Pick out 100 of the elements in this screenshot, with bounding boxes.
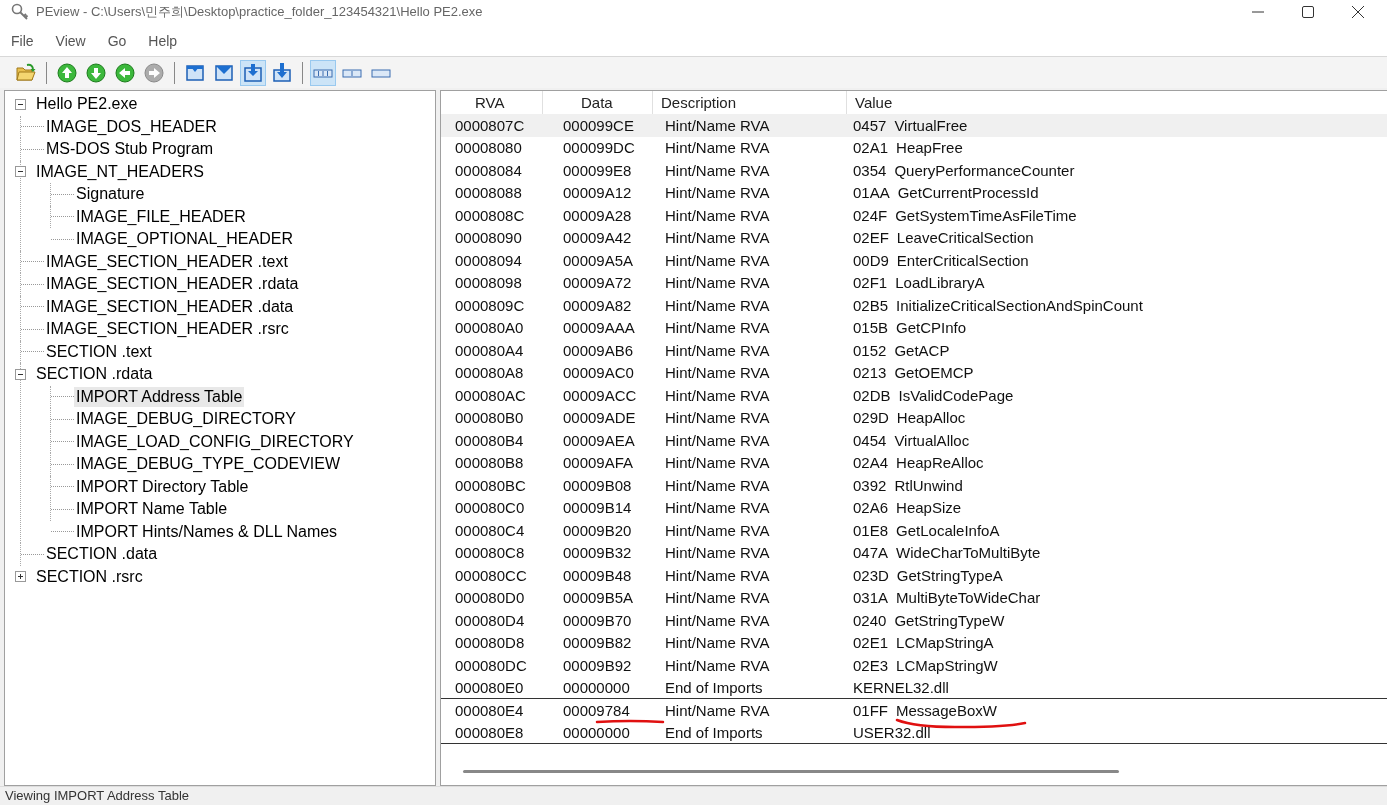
hint-value: 02DB [853, 386, 891, 404]
table-cell-text: 000080B8 [454, 454, 525, 472]
table-cell-text: 00009B08 [562, 476, 633, 494]
table-cell-text: Hint/Name RVA [664, 611, 771, 629]
import-name: MessageBoxW [896, 701, 997, 719]
table-cell-text: 000080E4 [454, 701, 525, 719]
scrollbar-thumb[interactable] [463, 769, 1119, 773]
menu-item[interactable]: Help [148, 33, 178, 49]
table-cell-text: 00009B32 [562, 544, 633, 562]
table-cell-text: 00009B70 [562, 611, 633, 629]
tree-item[interactable]: IMAGE_SECTION_HEADER .rsrc [44, 319, 291, 340]
tree-item[interactable]: IMAGE_DEBUG_TYPE_CODEVIEW [74, 454, 343, 475]
import-name: GetCurrentProcessId [897, 184, 1039, 202]
table-cell-text: 00009A28 [562, 206, 633, 224]
hint-value: 02A4 [853, 454, 889, 472]
table-cell-text: 000080BC [454, 476, 527, 494]
table-cell-text: 000080AC [454, 386, 527, 404]
tree-item[interactable]: IMPORT Directory Table [74, 476, 251, 497]
hint-value: 01FF [853, 701, 888, 719]
table-cell-text: 000080CC [454, 566, 528, 584]
table-cell-text: 0000807C [454, 116, 526, 134]
import-name: HeapAlloc [896, 409, 966, 427]
table-cell-text: 00009B48 [562, 566, 633, 584]
table-cell-text: Hint/Name RVA [664, 544, 771, 562]
table-cell-text: 00009AB6 [562, 341, 635, 359]
table-cell-text: 000080C0 [454, 499, 526, 517]
close-icon[interactable] [1351, 5, 1365, 19]
tree-item[interactable]: SECTION .data [44, 544, 160, 565]
collapse-icon[interactable] [15, 368, 26, 380]
table-cell-text: End of Imports [664, 678, 764, 696]
table-cell-text: 00008084 [454, 161, 523, 179]
tree-item[interactable]: MS-DOS Stub Program [44, 139, 216, 160]
expand-icon[interactable] [15, 571, 26, 583]
table-cell-text: 00009AFA [562, 454, 635, 472]
table-cell: 00009784 [543, 701, 653, 719]
table-cell-text: Hint/Name RVA [664, 521, 771, 539]
menu-item[interactable]: Go [107, 33, 127, 49]
hint-value: 023D [853, 566, 889, 584]
table-cell-text: Hint/Name RVA [664, 341, 771, 359]
tree-item[interactable]: SECTION .rdata [34, 364, 155, 385]
tree-item[interactable]: IMAGE_DEBUG_DIRECTORY [74, 409, 298, 430]
window-title: PEview - C:\Users\민주희\Desktop\practice_folder_123454321\Hello PE2.exe [36, 3, 483, 21]
import-name: MultiByteToWideChar [896, 589, 1041, 607]
table-cell-text: Hint/Name RVA [664, 229, 771, 247]
table-cell-text: 000099CE [562, 116, 635, 134]
table-cell-text: 00009B92 [562, 656, 633, 674]
table-cell-text: Hint/Name RVA [664, 206, 771, 224]
menu-item[interactable]: View [55, 33, 86, 49]
tree-item[interactable]: IMPORT Name Table [74, 499, 230, 520]
import-name: IsValidCodePage [898, 386, 1014, 404]
tree-item[interactable]: IMAGE_OPTIONAL_HEADER [74, 229, 295, 250]
tree-item[interactable]: IMAGE_LOAD_CONFIG_DIRECTORY [74, 431, 356, 452]
table-cell-text: Hint/Name RVA [664, 116, 771, 134]
menu-item[interactable]: File [11, 33, 34, 49]
column-header[interactable]: Value [847, 91, 1387, 114]
hint-value: 031A [853, 589, 889, 607]
table-cell-text: 00009AEA [562, 431, 636, 449]
table-cell-text: Hint/Name RVA [664, 701, 771, 719]
import-name: EnterCriticalSection [896, 251, 1029, 269]
tree-item[interactable]: IMAGE_SECTION_HEADER .data [44, 296, 296, 317]
hint-value: 02A1 [853, 139, 889, 157]
table-cell-text: Hint/Name RVA [664, 319, 771, 337]
tree-item[interactable]: Signature [74, 184, 147, 205]
table-cell-text: 000080E0 [454, 678, 525, 696]
tree-item[interactable]: IMPORT Address Table [74, 386, 245, 407]
hint-value: 0354 [853, 161, 887, 179]
collapse-icon[interactable] [15, 166, 26, 178]
hint-value: 01E8 [853, 521, 889, 539]
hint-value: 0392 [853, 476, 887, 494]
import-name: HeapFree [896, 139, 963, 157]
import-name: LCMapStringA [896, 634, 994, 652]
table-cell-text: 000080C4 [454, 521, 526, 539]
hint-value: 047A [853, 544, 889, 562]
import-name: GetCPInfo [896, 319, 967, 337]
collapse-icon[interactable] [15, 98, 26, 110]
maximize-icon[interactable] [1301, 5, 1315, 19]
table-cell-text: 000080A0 [454, 319, 525, 337]
import-name: LeaveCriticalSection [896, 229, 1034, 247]
tree-item[interactable]: Hello PE2.exe [34, 94, 140, 115]
table-cell-text: 000080A4 [454, 341, 525, 359]
tree-item[interactable]: IMAGE_FILE_HEADER [74, 206, 248, 227]
table-cell-text: Hint/Name RVA [664, 409, 771, 427]
table-cell-text: 0000808C [454, 206, 526, 224]
table-cell-text: Hint/Name RVA [664, 364, 771, 382]
table-cell-text: Hint/Name RVA [664, 431, 771, 449]
table-cell-text: 000080DC [454, 656, 528, 674]
table-cell-text: 00009A72 [562, 274, 633, 292]
tree-item[interactable]: SECTION .text [44, 341, 154, 362]
tree-item[interactable]: IMAGE_SECTION_HEADER .rdata [44, 274, 301, 295]
tree-item[interactable]: IMAGE_DOS_HEADER [44, 116, 219, 137]
hint-value: 01AA [853, 184, 890, 202]
tree-item[interactable]: IMAGE_SECTION_HEADER .text [44, 251, 290, 272]
tree-item[interactable]: SECTION .rsrc [34, 566, 145, 587]
tree-item[interactable]: IMAGE_NT_HEADERS [34, 161, 207, 182]
hint-value: 02EF [853, 229, 889, 247]
hint-value: 015B [853, 319, 889, 337]
table-cell-text: Hint/Name RVA [664, 274, 771, 292]
tree-item[interactable]: IMPORT Hints/Names & DLL Names [74, 521, 340, 542]
table-cell-text: 000080A8 [454, 364, 525, 382]
table-cell-text: 000080B4 [454, 431, 525, 449]
